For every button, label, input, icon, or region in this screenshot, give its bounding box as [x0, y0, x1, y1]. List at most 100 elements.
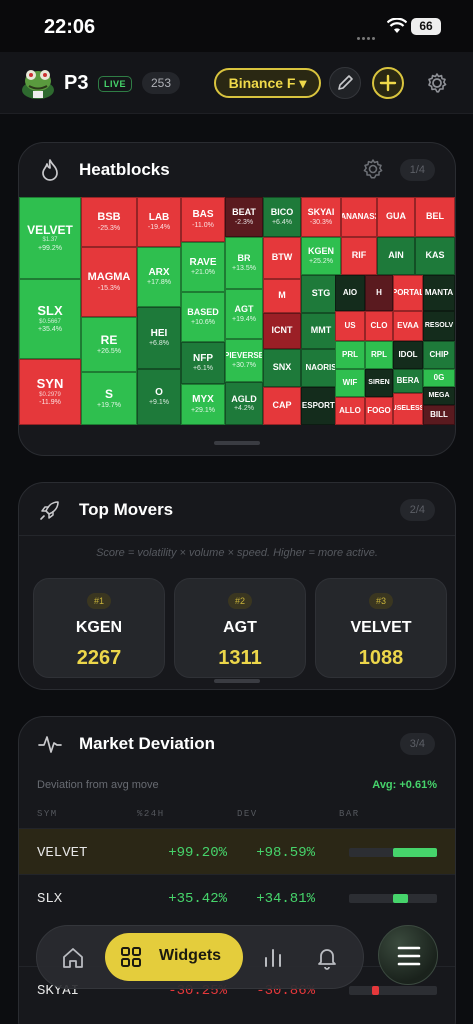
- heatblock-allo[interactable]: ALLO: [335, 397, 365, 425]
- avatar-icon[interactable]: [18, 64, 58, 100]
- heatblock-s[interactable]: S +19.7%: [81, 372, 137, 425]
- top-movers-subtitle: Score = volatility × volume × speed. Hig…: [96, 547, 378, 559]
- heatblock-slx[interactable]: SLX $0.5667 +35.4%: [19, 279, 81, 359]
- edit-button[interactable]: [329, 67, 361, 99]
- heatblock-velvet[interactable]: VELVET $1.37 +99.2%: [19, 197, 81, 279]
- heatblock-symbol: BSB: [97, 211, 121, 224]
- heatblock-change: -19.4%: [147, 224, 171, 232]
- heatblock-siren[interactable]: SIREN: [365, 369, 393, 397]
- heatblock-myx[interactable]: MYX +29.1%: [181, 384, 225, 425]
- heatblock-lab[interactable]: LAB -19.4%: [137, 197, 181, 247]
- heatblock-change: +17.8%: [147, 279, 171, 287]
- heatblock-agld[interactable]: AGLD +4.2%: [225, 382, 263, 425]
- exchange-selector[interactable]: Binance F ▾: [214, 68, 321, 98]
- heatblock-symbol: AIO: [342, 287, 358, 297]
- heatblock-symbol: ALLO: [339, 405, 361, 415]
- heatblock-manta[interactable]: MANTA: [423, 275, 455, 311]
- menu-button[interactable]: [378, 925, 438, 985]
- heatblock-o[interactable]: O +9.1%: [137, 369, 181, 425]
- heatblock-chip[interactable]: CHIP: [423, 341, 455, 369]
- heatblock-beat[interactable]: BEAT -2.3%: [225, 197, 263, 237]
- add-button[interactable]: [372, 67, 404, 99]
- heatblock-ain[interactable]: AIN: [377, 237, 415, 275]
- signal-icon: [357, 27, 381, 40]
- bottom-nav: Widgets: [36, 925, 364, 989]
- table-row[interactable]: SLX +35.42% +34.81%: [19, 874, 455, 920]
- widgets-tab[interactable]: Widgets: [105, 933, 243, 981]
- heatblock-cap[interactable]: CAP: [263, 387, 301, 425]
- mover-card[interactable]: #3 VELVET 1088: [315, 578, 447, 678]
- bell-icon[interactable]: [313, 943, 341, 971]
- heatblock-m[interactable]: M: [263, 279, 301, 313]
- mover-card[interactable]: #1 KGEN 2267: [33, 578, 165, 678]
- heatblock-change: +13.5%: [232, 264, 256, 272]
- heatblock-br[interactable]: BR +13.5%: [225, 237, 263, 289]
- heatblock-bel[interactable]: BEL: [415, 197, 455, 237]
- heatblock-symbol: US: [344, 320, 356, 330]
- heatblock-bera[interactable]: BERA: [393, 369, 423, 393]
- heatblock-symbol: RAVE: [189, 256, 217, 268]
- heatblock-mega[interactable]: MEGA: [423, 387, 455, 405]
- average-move: Avg: +0.61%: [372, 779, 437, 791]
- heatblocks-settings-icon[interactable]: [361, 157, 385, 181]
- deviation-bar: [349, 848, 437, 857]
- heatblock-rif[interactable]: RIF: [341, 237, 377, 275]
- heatblock-bico[interactable]: BICO +6.4%: [263, 197, 301, 237]
- heatblock-nfp[interactable]: NFP +6.1%: [181, 342, 225, 384]
- heatblock-re[interactable]: RE +26.5%: [81, 317, 137, 372]
- heatblock-arx[interactable]: ARX +17.8%: [137, 247, 181, 307]
- heatblock-idol[interactable]: IDOL: [393, 341, 423, 369]
- heatblock-symbol: EVAA: [397, 320, 419, 330]
- settings-button[interactable]: [421, 67, 453, 99]
- heatblock-clo[interactable]: CLO: [365, 311, 393, 341]
- heatblock-hei[interactable]: HEI +6.8%: [137, 307, 181, 369]
- heatblock-prl[interactable]: PRL: [335, 341, 365, 369]
- mover-score: 1311: [218, 647, 262, 669]
- heatblock-snx[interactable]: SNX: [263, 349, 301, 387]
- heatblock-symbol: MEGA: [428, 392, 450, 400]
- heatblock-aio[interactable]: AIO: [335, 275, 365, 311]
- heatblock-rpl[interactable]: RPL: [365, 341, 393, 369]
- heatblock-wif[interactable]: WIF: [335, 369, 365, 397]
- heatblock-0g[interactable]: 0G: [423, 369, 455, 387]
- heatblock-kgen[interactable]: KGEN +25.2%: [301, 237, 341, 275]
- heatblock-us[interactable]: US: [335, 311, 365, 341]
- home-icon[interactable]: [59, 944, 87, 972]
- heatblock-change: +29.1%: [191, 406, 215, 414]
- heatblock-bas[interactable]: BAS -11.0%: [181, 197, 225, 242]
- heatblock-symbol: ICNT: [271, 325, 293, 336]
- heatblock-rave[interactable]: RAVE +21.0%: [181, 242, 225, 292]
- drag-handle[interactable]: [214, 679, 260, 683]
- heatblock-syn[interactable]: SYN $0.2979 -11.9%: [19, 359, 81, 425]
- heatblock-symbol: S: [104, 387, 113, 402]
- heatblock-symbol: O: [155, 386, 163, 398]
- table-row[interactable]: VELVET +99.20% +98.59%: [19, 828, 455, 874]
- heatblock-kas[interactable]: KAS: [415, 237, 455, 275]
- heatblock-agt[interactable]: AGT +19.4%: [225, 289, 263, 339]
- heatblock-based[interactable]: BASED +10.6%: [181, 292, 225, 342]
- heatblock-fogo[interactable]: FOGO: [365, 397, 393, 425]
- heatblock-btw[interactable]: BTW: [263, 237, 301, 279]
- heatblock-icnt[interactable]: ICNT: [263, 313, 301, 349]
- heatblock-change: +19.7%: [97, 401, 121, 409]
- heatblock-h[interactable]: H: [365, 275, 393, 311]
- mover-card[interactable]: #2 AGT 1311: [174, 578, 306, 678]
- heatblock-magma[interactable]: MAGMA -15.3%: [81, 247, 137, 317]
- heatblock-evaa[interactable]: EVAA: [393, 311, 423, 341]
- heatblock-gua[interactable]: GUA: [377, 197, 415, 237]
- heatblock-bsb[interactable]: BSB -25.3%: [81, 197, 137, 247]
- heatblock-bill[interactable]: BILL: [423, 405, 455, 425]
- brand-name: P3: [64, 72, 89, 94]
- battery-icon: 66: [411, 18, 441, 35]
- heatblock-useless[interactable]: USELESS: [393, 393, 423, 425]
- heatblock-portal[interactable]: PORTAL: [393, 275, 423, 311]
- heatblock-skyai[interactable]: SKYAI -30.3%: [301, 197, 341, 237]
- drag-handle[interactable]: [214, 441, 260, 445]
- heatblock-change: +6.4%: [271, 218, 293, 226]
- bar-chart-icon[interactable]: [259, 944, 287, 972]
- heatblock-bananas31[interactable]: BANANAS31: [341, 197, 377, 237]
- rocket-icon: [40, 501, 59, 520]
- mover-rank: #1: [86, 593, 112, 609]
- heatblock-resolv[interactable]: RESOLV: [423, 311, 455, 341]
- heatblock-pieverse[interactable]: PIEVERSE +30.7%: [225, 339, 263, 382]
